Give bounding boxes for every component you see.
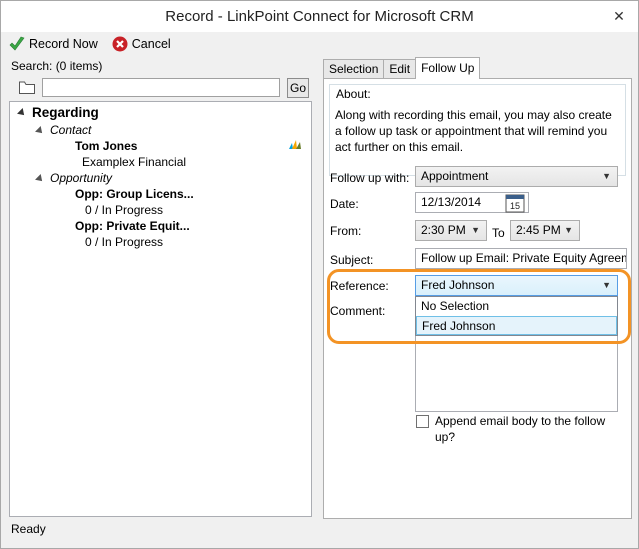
chevron-down-icon: ▼ (602, 280, 611, 290)
opportunity-label: Opportunity (50, 171, 113, 185)
chevron-down-icon: ▼ (471, 225, 480, 235)
append-body-checkbox[interactable] (416, 415, 429, 428)
subject-label: Subject: (330, 253, 374, 267)
date-value: 12/13/2014 (421, 195, 482, 209)
folder-icon[interactable] (19, 81, 35, 94)
to-time-value: 2:45 PM (516, 223, 561, 237)
close-button[interactable]: ✕ (610, 7, 628, 25)
tree-node-regarding[interactable]: Regarding (17, 105, 99, 120)
about-group: About: Along with recording this email, … (329, 84, 626, 176)
tree-node-opp-group-license[interactable]: Opp: Group Licens... (75, 187, 194, 201)
about-title: About: (335, 87, 372, 101)
cancel-icon (112, 36, 128, 52)
follow-up-with-value: Appointment (421, 169, 489, 183)
search-pane: Search: (0 items) Go Regarding Contact T… (9, 57, 312, 517)
title-bar: Record - LinkPoint Connect for Microsoft… (1, 1, 638, 32)
from-time-select[interactable]: 2:30 PM ▼ (415, 220, 487, 241)
regarding-tree: Regarding Contact Tom Jones Examplex Fin… (9, 101, 312, 517)
tree-node-tom-jones[interactable]: Tom Jones (75, 139, 137, 153)
comment-label: Comment: (330, 304, 386, 318)
cancel-button[interactable]: Cancel (112, 36, 171, 52)
expand-icon[interactable] (35, 125, 45, 136)
tree-node-contact[interactable]: Contact (35, 123, 92, 137)
chevron-down-icon: ▼ (602, 171, 611, 181)
search-input[interactable] (42, 78, 280, 97)
contact-company: Examplex Financial (82, 155, 187, 169)
reference-select[interactable]: Fred Johnson ▼ (415, 275, 618, 296)
date-label: Date: (330, 197, 359, 211)
to-time-select[interactable]: 2:45 PM ▼ (510, 220, 580, 241)
tree-node-opp-private-equity[interactable]: Opp: Private Equit... (75, 219, 190, 233)
reference-dropdown-list: No Selection Fred Johnson (415, 296, 618, 336)
append-body-label: Append email body to the follow up? (435, 414, 606, 444)
chevron-down-icon: ▼ (564, 225, 573, 235)
tab-strip: Selection Edit Follow Up (323, 57, 481, 79)
tab-selection[interactable]: Selection (323, 59, 385, 79)
dynamics-crm-icon (289, 140, 301, 149)
status-bar-text: Ready (11, 522, 46, 536)
from-label: From: (330, 224, 362, 238)
contact-label: Contact (50, 123, 92, 137)
search-label: Search: (0 items) (11, 59, 103, 73)
follow-up-with-select[interactable]: Appointment ▼ (415, 166, 618, 187)
record-window: Record - LinkPoint Connect for Microsoft… (0, 0, 639, 549)
opp1-status: 0 / In Progress (85, 203, 164, 217)
subject-value: Follow up Email: Private Equity Agreemen… (421, 251, 627, 265)
calendar-button[interactable]: 15 (505, 193, 526, 213)
follow-up-panel: About: Along with recording this email, … (323, 78, 632, 519)
reference-value: Fred Johnson (421, 278, 495, 292)
calendar-day: 15 (510, 201, 520, 211)
from-time-value: 2:30 PM (421, 223, 466, 237)
about-text: Along with recording this email, you may… (335, 108, 612, 154)
regarding-label: Regarding (32, 105, 99, 120)
record-now-button[interactable]: Record Now (9, 36, 98, 52)
subject-field[interactable]: Follow up Email: Private Equity Agreemen… (415, 248, 627, 269)
expand-icon[interactable] (35, 173, 45, 184)
window-title: Record - LinkPoint Connect for Microsoft… (165, 8, 474, 25)
to-label: To (492, 226, 505, 240)
tab-follow-up[interactable]: Follow Up (415, 57, 481, 79)
details-pane: Selection Edit Follow Up About: Along wi… (323, 57, 632, 519)
record-now-label: Record Now (29, 37, 98, 51)
calendar-icon: 15 (505, 194, 525, 213)
tab-edit[interactable]: Edit (383, 59, 417, 79)
opp2-status: 0 / In Progress (85, 235, 164, 249)
go-button[interactable]: Go (287, 78, 309, 98)
reference-label: Reference: (330, 279, 389, 293)
cancel-label: Cancel (131, 37, 171, 51)
toolbar: Record Now Cancel (9, 34, 185, 54)
reference-option-fred-johnson[interactable]: Fred Johnson (416, 316, 617, 335)
expand-icon[interactable] (17, 108, 27, 119)
follow-up-with-label: Follow up with: (330, 171, 410, 185)
tree-node-opportunity[interactable]: Opportunity (35, 171, 113, 185)
reference-option-no-selection[interactable]: No Selection (416, 297, 617, 316)
checkmark-icon (9, 36, 25, 51)
